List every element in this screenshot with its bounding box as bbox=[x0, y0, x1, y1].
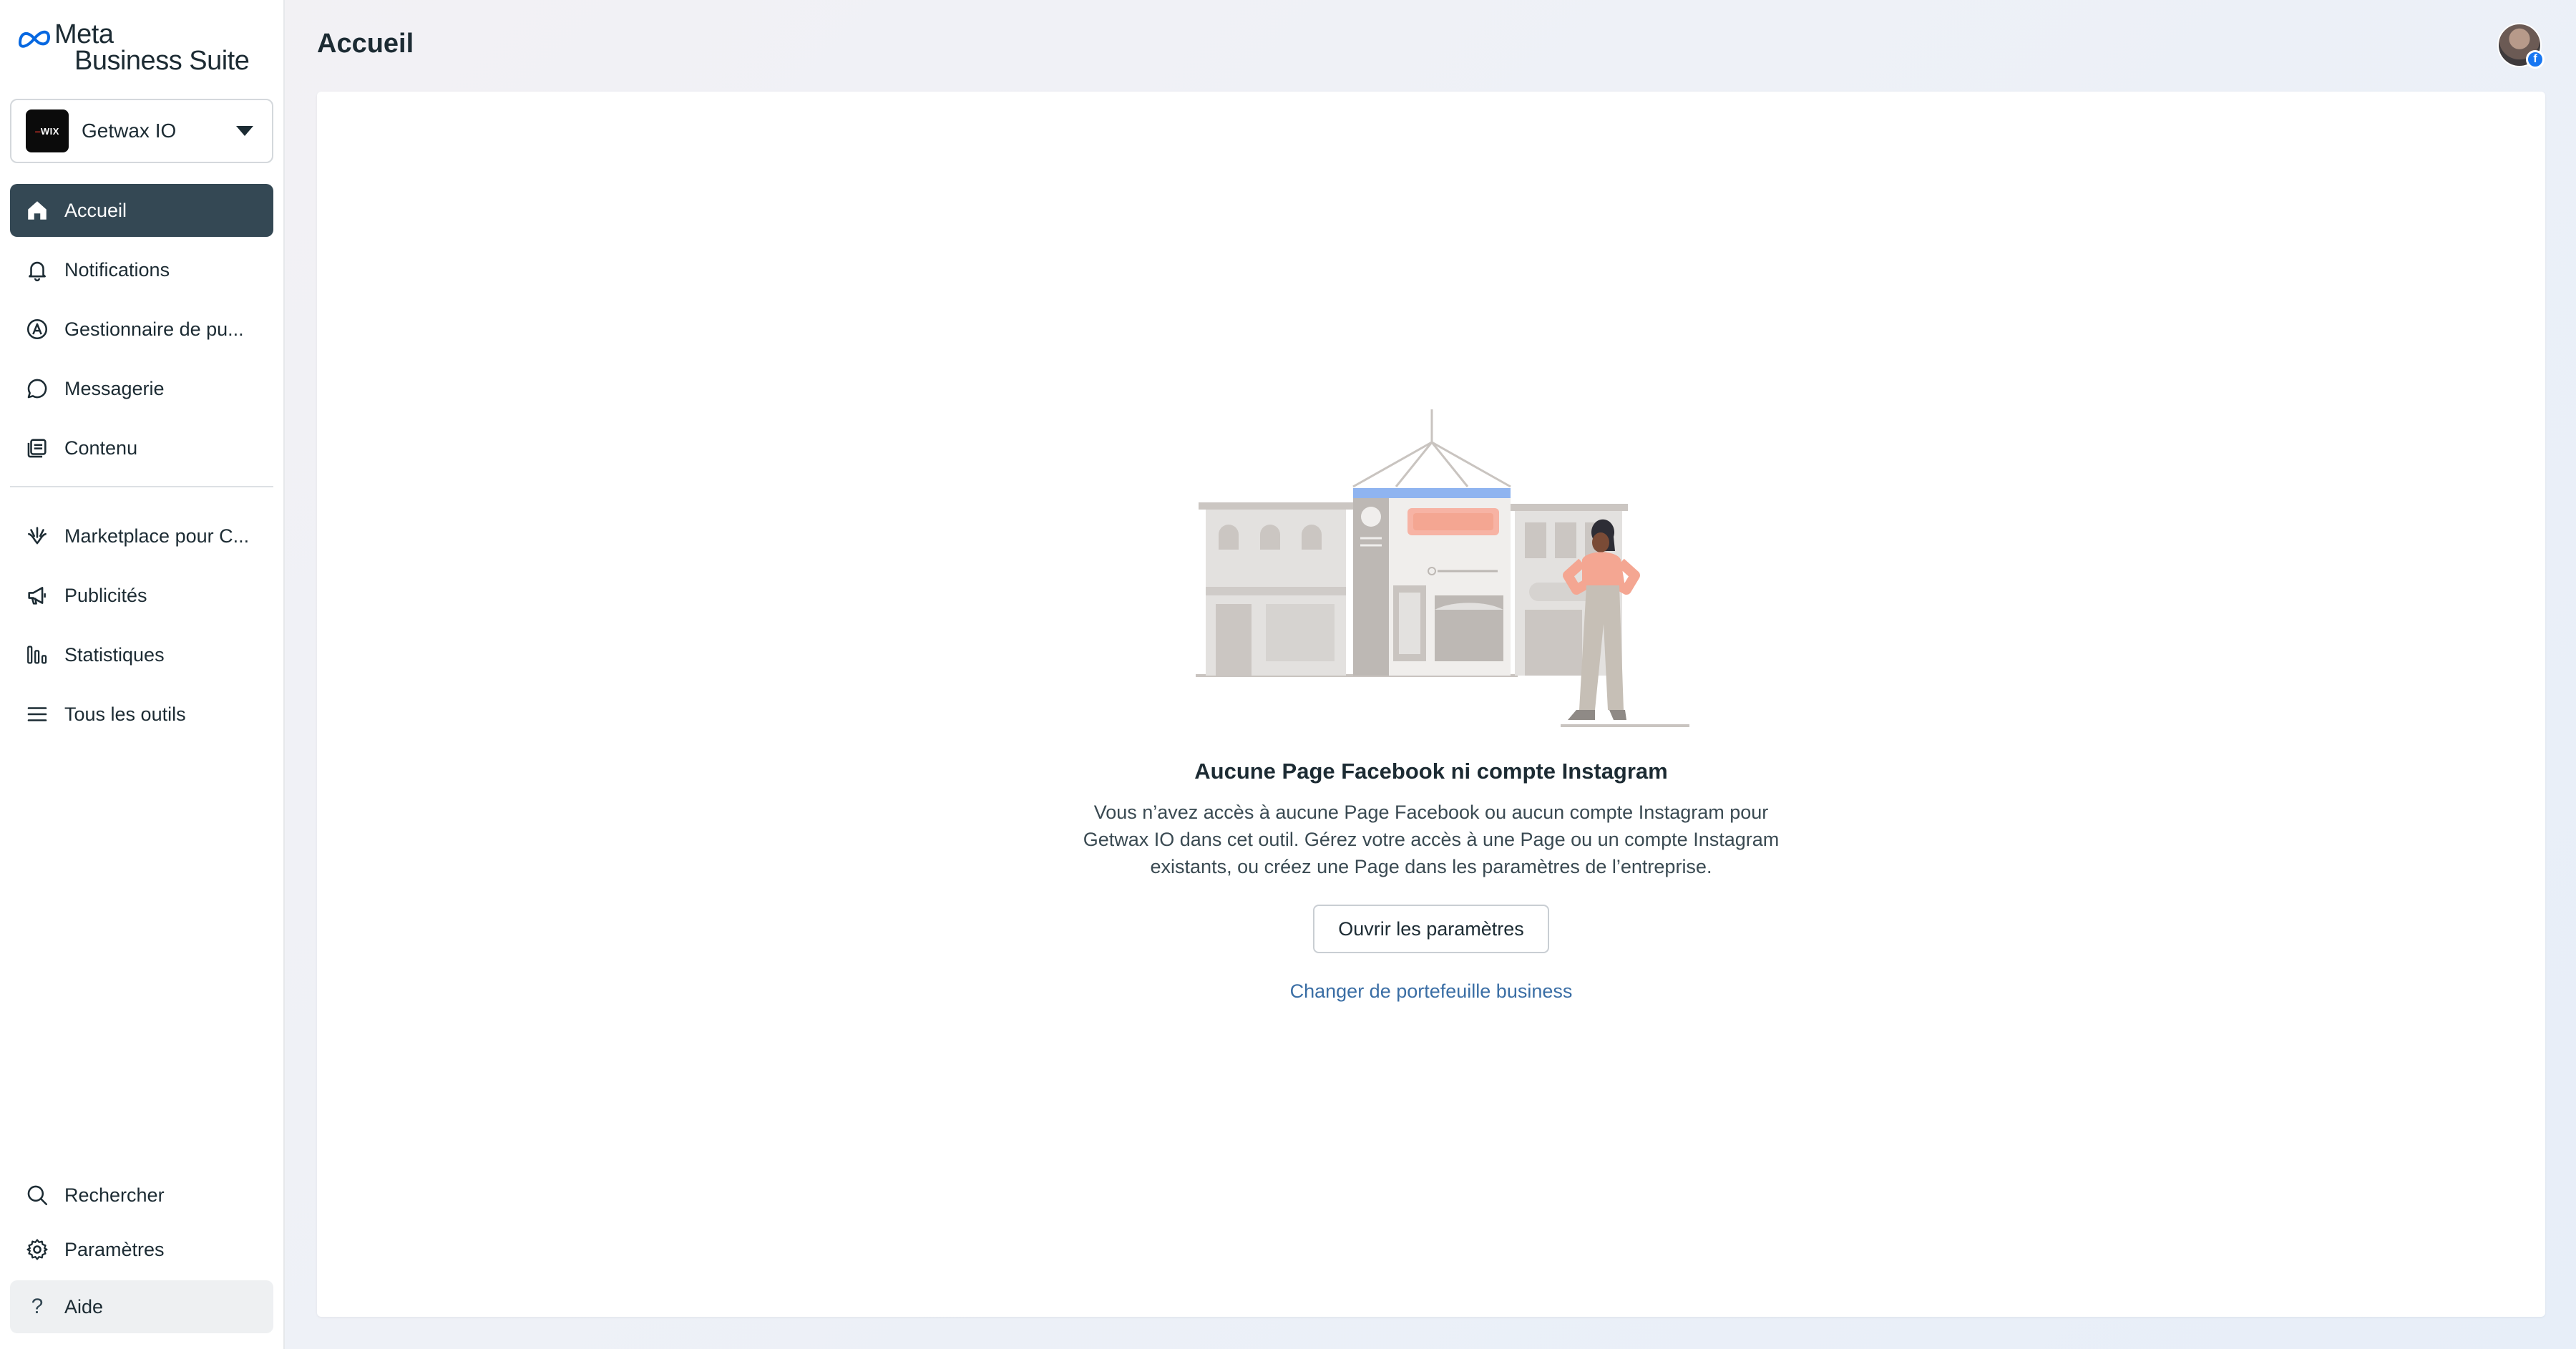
storefront-illustration bbox=[1196, 409, 1689, 727]
bell-icon bbox=[24, 257, 50, 283]
empty-state-description: Vous n’avez accès à aucune Page Facebook… bbox=[1083, 802, 1780, 877]
nav-item-marketplace[interactable]: Marketplace pour C... bbox=[10, 510, 273, 563]
nav-item-label: Tous les outils bbox=[64, 703, 186, 725]
bottom-nav: Rechercher Paramètres ? Aide bbox=[10, 1172, 273, 1340]
page-title: Accueil bbox=[317, 29, 414, 59]
search-icon bbox=[24, 1182, 50, 1208]
nav-item-contenu[interactable]: Contenu bbox=[10, 422, 273, 474]
nav-item-aide[interactable]: ? Aide bbox=[10, 1280, 273, 1333]
empty-state-title: Aucune Page Facebook ni compte Instagram bbox=[1194, 759, 1668, 784]
chat-bubble-icon bbox=[24, 376, 50, 401]
megaphone-icon bbox=[24, 583, 50, 608]
change-business-portfolio-link[interactable]: Changer de portefeuille business bbox=[317, 980, 2545, 1003]
nav-item-label: Messagerie bbox=[64, 377, 165, 399]
main-card: Aucune Page Facebook ni compte Instagram… bbox=[317, 92, 2545, 1317]
nav-item-label: Statistiques bbox=[64, 643, 165, 666]
nav-item-label: Publicités bbox=[64, 584, 147, 606]
profile-avatar[interactable]: f bbox=[2497, 23, 2545, 69]
nav-item-accueil[interactable]: Accueil bbox=[10, 184, 273, 237]
nav-item-label: Paramètres bbox=[64, 1238, 165, 1260]
meta-business-suite-logo[interactable]: Meta Business Suite bbox=[17, 19, 250, 79]
nav-item-tous-les-outils[interactable]: Tous les outils bbox=[10, 688, 273, 741]
account-name: Getwax IO bbox=[82, 120, 177, 142]
account-avatar: ‒ WIX bbox=[26, 109, 69, 152]
logo-line1: Meta bbox=[54, 19, 114, 49]
open-settings-button[interactable]: Ouvrir les paramètres bbox=[1313, 905, 1549, 953]
account-switcher[interactable]: ‒ WIX Getwax IO bbox=[10, 99, 273, 163]
sidebar-divider bbox=[10, 486, 273, 487]
primary-nav: Accueil Notifications Gestionnaire de pu… bbox=[10, 184, 273, 481]
caret-down-icon bbox=[236, 126, 253, 136]
nav-item-notifications[interactable]: Notifications bbox=[10, 243, 273, 296]
facebook-badge-icon: f bbox=[2526, 50, 2545, 69]
nav-item-label: Contenu bbox=[64, 437, 138, 459]
nav-item-statistiques[interactable]: Statistiques bbox=[10, 628, 273, 681]
home-icon bbox=[24, 198, 50, 223]
meta-logo-icon bbox=[18, 30, 51, 48]
nav-item-messagerie[interactable]: Messagerie bbox=[10, 362, 273, 415]
content-icon bbox=[24, 435, 50, 461]
nav-item-rechercher[interactable]: Rechercher bbox=[10, 1172, 273, 1219]
help-icon: ? bbox=[31, 1295, 44, 1318]
logo-text: Meta Business Suite bbox=[54, 19, 250, 76]
menu-icon bbox=[24, 701, 50, 727]
gear-icon bbox=[24, 1237, 50, 1262]
marketplace-icon bbox=[24, 523, 50, 549]
logo-line2: Business Suite bbox=[74, 46, 250, 76]
bar-chart-icon bbox=[24, 642, 50, 668]
secondary-nav: Marketplace pour C... Publicités Statist… bbox=[10, 510, 273, 747]
nav-item-label: Gestionnaire de pu... bbox=[64, 318, 244, 340]
nav-item-parametres[interactable]: Paramètres bbox=[10, 1226, 273, 1273]
nav-item-gestionnaire[interactable]: Gestionnaire de pu... bbox=[10, 303, 273, 356]
manager-icon bbox=[24, 316, 50, 342]
nav-item-label: Marketplace pour C... bbox=[64, 525, 250, 547]
nav-item-label: Rechercher bbox=[64, 1184, 165, 1206]
nav-item-label: Aide bbox=[64, 1295, 104, 1318]
nav-item-label: Accueil bbox=[64, 199, 127, 221]
sidebar: Meta Business Suite ‒ WIX Getwax IO Accue… bbox=[0, 0, 285, 1349]
nav-item-publicites[interactable]: Publicités bbox=[10, 569, 273, 622]
nav-item-label: Notifications bbox=[64, 258, 170, 281]
